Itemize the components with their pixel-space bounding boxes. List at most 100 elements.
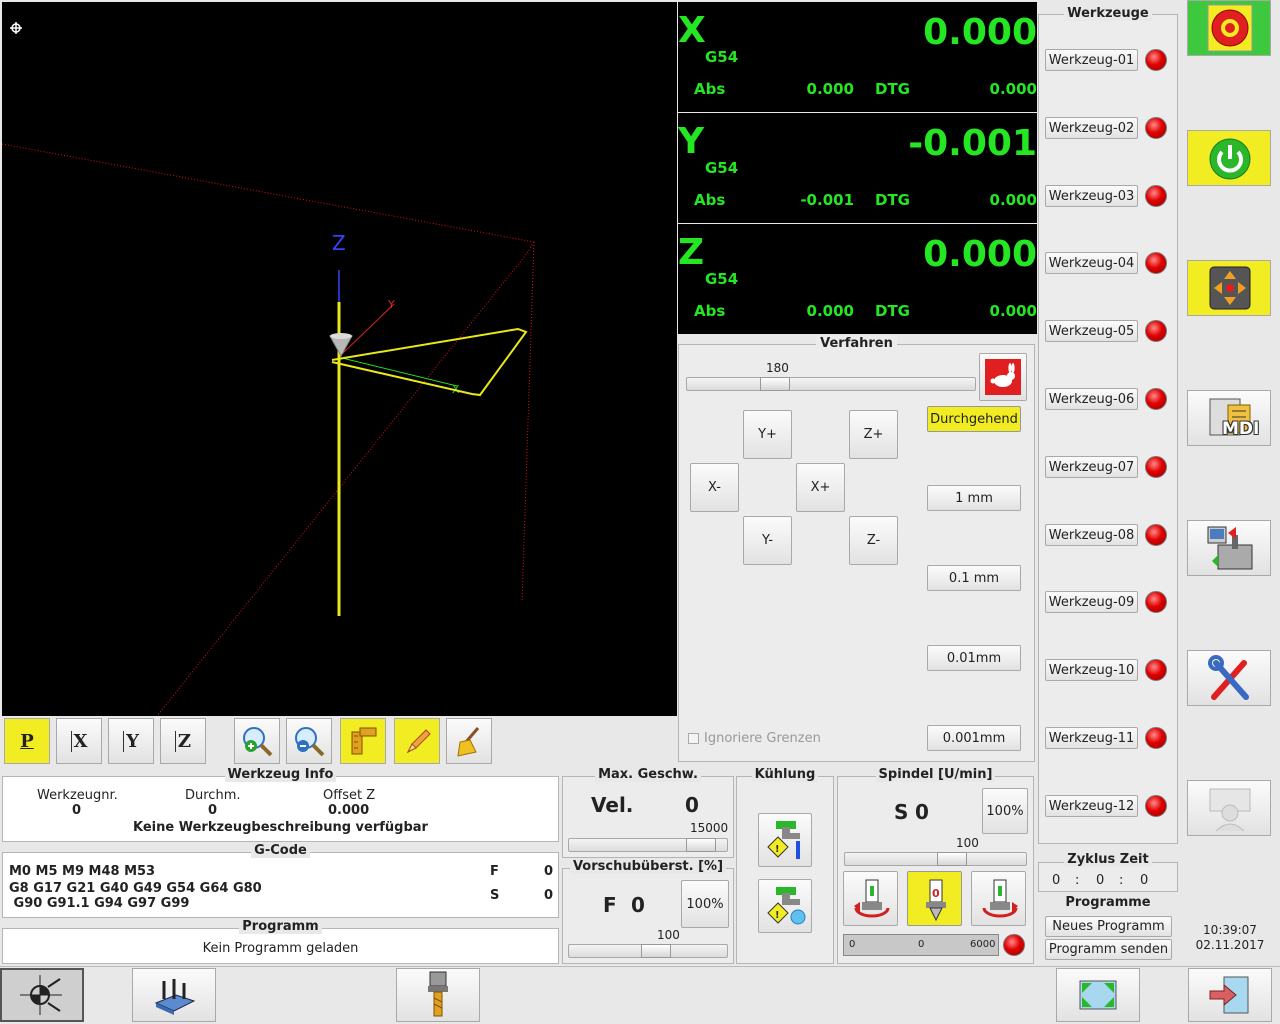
tool-status-led-12 — [1145, 795, 1167, 817]
exit-door-icon — [1209, 976, 1249, 1014]
dro-y-coord: G54 — [705, 159, 739, 177]
send-program-button[interactable]: Programm senden — [1045, 939, 1172, 960]
nav-workpiece-tab[interactable] — [132, 968, 216, 1022]
view-perspective-button[interactable]: P — [4, 718, 50, 764]
dimensions-button[interactable] — [340, 718, 386, 764]
dro-y: Y G54 -0.001 Abs -0.001 DTG 0.000 — [678, 113, 1037, 223]
zoom-in-button[interactable] — [234, 718, 280, 764]
cycle-sep-1: : — [1075, 873, 1080, 888]
view-z-button[interactable]: Z — [160, 718, 206, 764]
tool-status-led-3 — [1145, 185, 1167, 207]
tool-diameter-value: 0 — [208, 803, 218, 818]
dro-z-coord: G54 — [705, 270, 739, 288]
zoom-out-button[interactable] — [286, 718, 332, 764]
coolant-flood-button[interactable]: ! — [758, 813, 812, 867]
spindle-override-slider[interactable] — [844, 852, 1027, 866]
mdi-button[interactable]: MDI — [1187, 390, 1271, 446]
jog-title: Verfahren — [816, 336, 897, 351]
tool-button-11[interactable]: Werkzeug-11 — [1045, 727, 1138, 749]
tool-button-12[interactable]: Werkzeug-12 — [1045, 795, 1138, 817]
dro-z-dtg-value: 0.000 — [989, 302, 1037, 320]
jog-speed-slider[interactable] — [686, 377, 976, 391]
tool-button-7[interactable]: Werkzeug-07 — [1045, 456, 1138, 478]
tool-offset-value: 0.000 — [328, 803, 370, 818]
increment-0-001mm-button[interactable]: 0.001mm — [927, 725, 1021, 751]
clear-path-button[interactable] — [446, 718, 492, 764]
spindle-cw-icon — [982, 879, 1018, 917]
cycle-sep-2: : — [1119, 873, 1124, 888]
drill-bit-icon — [428, 971, 448, 1017]
fullscreen-button[interactable] — [1056, 968, 1140, 1022]
jog-y-plus-button[interactable]: Y+ — [743, 410, 792, 459]
jog-z-minus-button[interactable]: Z- — [849, 516, 898, 565]
tool-offset-label: Offset Z — [323, 788, 376, 803]
tool-button-1[interactable]: Werkzeug-01 — [1045, 49, 1138, 71]
max-speed-slider[interactable] — [568, 838, 728, 852]
view-z-label: Z — [174, 730, 191, 752]
tool-button-6[interactable]: Werkzeug-06 — [1045, 388, 1138, 410]
emergency-stop-button[interactable] — [1187, 0, 1271, 56]
spindle-override-reset-button[interactable]: 100% — [982, 788, 1028, 834]
increment-0-01mm-button[interactable]: 0.01mm — [927, 645, 1021, 671]
new-program-button[interactable]: Neues Programm — [1045, 916, 1172, 937]
gcode-line-2: G8 G17 G21 G40 G49 G54 G64 G80 — [9, 881, 262, 896]
tool-button-8[interactable]: Werkzeug-08 — [1045, 524, 1138, 546]
power-button[interactable] — [1187, 130, 1271, 186]
tool-button-3[interactable]: Werkzeug-03 — [1045, 185, 1138, 207]
tool-button-5[interactable]: Werkzeug-05 — [1045, 320, 1138, 342]
workpiece-icon — [154, 979, 196, 1015]
emergency-stop-icon — [1207, 4, 1253, 52]
jog-x-minus-button[interactable]: X- — [690, 463, 739, 512]
manual-mode-button[interactable] — [1187, 260, 1271, 316]
nav-jog-tab[interactable] — [0, 968, 84, 1022]
view-y-button[interactable]: Y — [108, 718, 154, 764]
tool-status-led-9 — [1145, 591, 1167, 613]
tool-status-led-2 — [1145, 117, 1167, 139]
cycle-minutes: 0 — [1096, 873, 1105, 888]
increment-continuous-button[interactable]: Durchgehend — [927, 406, 1021, 432]
feed-override-handle[interactable] — [641, 944, 671, 958]
origin-marker-icon — [10, 22, 22, 34]
feed-override-slider[interactable] — [568, 944, 728, 958]
exit-button[interactable] — [1188, 968, 1272, 1022]
machine-limits — [1, 143, 535, 717]
user-button[interactable] — [1187, 780, 1271, 836]
tool-button-2[interactable]: Werkzeug-02 — [1045, 117, 1138, 139]
increment-0-1mm-button[interactable]: 0.1 mm — [927, 565, 1021, 591]
svg-text:!: ! — [775, 844, 780, 855]
spindle-title: Spindel [U/min] — [875, 767, 996, 782]
spindle-stop-button[interactable]: 0 — [907, 871, 962, 926]
view-x-button[interactable]: X — [56, 718, 102, 764]
nav-tool-tab[interactable] — [396, 968, 480, 1022]
settings-button[interactable] — [1187, 650, 1271, 706]
programs-title: Programme — [1065, 895, 1151, 910]
spindle-label: S — [894, 800, 909, 824]
ignore-limits-checkbox[interactable] — [688, 733, 699, 744]
cycle-hours: 0 — [1052, 873, 1061, 888]
feed-override-reset-button[interactable]: 100% — [681, 880, 729, 928]
program-title: Programm — [239, 919, 322, 934]
tool-button-10[interactable]: Werkzeug-10 — [1045, 659, 1138, 681]
tool-nr-label: Werkzeugnr. — [37, 788, 118, 803]
spindle-cw-button[interactable] — [971, 871, 1026, 926]
spindle-scale: 100 — [956, 836, 979, 850]
tool-button-9[interactable]: Werkzeug-09 — [1045, 591, 1138, 613]
jog-z-plus-button[interactable]: Z+ — [849, 410, 898, 459]
rapid-button[interactable] — [979, 353, 1027, 401]
tool-button-4[interactable]: Werkzeug-04 — [1045, 252, 1138, 274]
jog-y-minus-button[interactable]: Y- — [743, 516, 792, 565]
increment-1mm-button[interactable]: 1 mm — [927, 485, 1021, 511]
jog-x-plus-button[interactable]: X+ — [796, 463, 845, 512]
draw-path-button[interactable] — [394, 718, 440, 764]
tool-status-led-5 — [1145, 320, 1167, 342]
max-speed-handle[interactable] — [686, 838, 716, 852]
spindle-override-handle[interactable] — [937, 852, 967, 866]
coolant-mist-button[interactable]: ! — [758, 879, 812, 933]
cnc-machine-icon — [1207, 526, 1253, 570]
jog-speed-handle[interactable] — [760, 377, 790, 391]
spindle-ccw-button[interactable] — [843, 871, 898, 926]
fullscreen-icon — [1079, 980, 1117, 1010]
auto-mode-button[interactable] — [1187, 520, 1271, 576]
dro-z-axis: Z — [678, 232, 705, 273]
preview-viewport[interactable]: Z Y X — [1, 2, 677, 717]
